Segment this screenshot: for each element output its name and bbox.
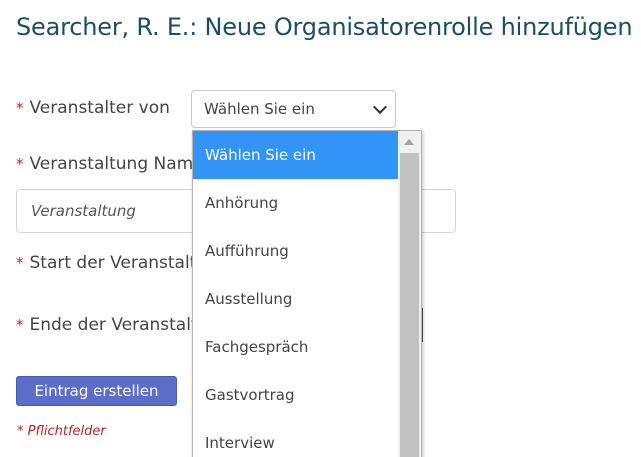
required-marker: * bbox=[16, 254, 24, 272]
dropdown-option[interactable]: Fachgespräch bbox=[193, 323, 398, 371]
organizer-select-value: Wählen Sie ein bbox=[204, 100, 315, 118]
organizer-field-label: * Veranstalter von bbox=[16, 98, 170, 118]
dropdown-option[interactable]: Interview bbox=[193, 419, 398, 457]
required-fields-note: * Pflichtfelder bbox=[17, 424, 106, 439]
arrow-up-icon bbox=[404, 139, 414, 145]
dropdown-option[interactable]: Ausstellung bbox=[193, 275, 398, 323]
event-name-field-label: * Veranstaltung Name bbox=[16, 154, 204, 174]
create-entry-button[interactable]: Eintrag erstellen bbox=[16, 376, 177, 406]
dropdown-option[interactable]: Anhörung bbox=[193, 179, 398, 227]
scrollbar-thumb[interactable] bbox=[400, 153, 419, 457]
required-marker: * bbox=[16, 316, 24, 334]
dropdown-option[interactable]: Aufführung bbox=[193, 227, 398, 275]
organizer-dropdown-list[interactable]: Wählen Sie ein Anhörung Aufführung Ausst… bbox=[192, 130, 422, 457]
event-name-placeholder: Veranstaltung bbox=[31, 202, 136, 220]
page-title: Searcher, R. E.: Neue Organisatorenrolle… bbox=[16, 13, 633, 41]
dropdown-option[interactable]: Wählen Sie ein bbox=[193, 131, 398, 179]
event-name-label: Veranstaltung Name bbox=[29, 154, 204, 174]
organizer-label: Veranstalter von bbox=[29, 98, 170, 118]
required-marker: * bbox=[16, 155, 24, 173]
dropdown-scrollbar[interactable] bbox=[398, 131, 421, 457]
dropdown-option[interactable]: Gastvortrag bbox=[193, 371, 398, 419]
scroll-up-button[interactable] bbox=[398, 131, 421, 153]
organizer-select[interactable]: Wählen Sie ein bbox=[191, 90, 396, 128]
dropdown-options: Wählen Sie ein Anhörung Aufführung Ausst… bbox=[193, 131, 398, 457]
required-marker: * bbox=[16, 99, 24, 117]
chevron-down-icon bbox=[372, 99, 388, 115]
